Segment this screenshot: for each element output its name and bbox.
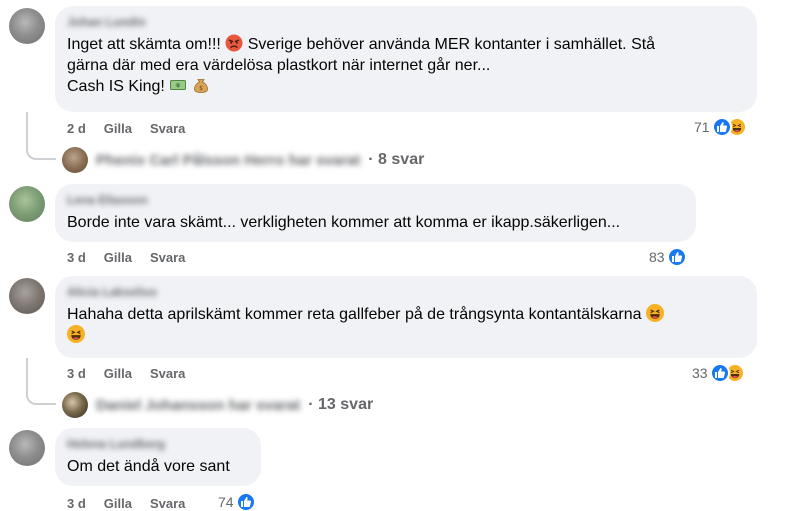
- commenter-avatar[interactable]: [9, 8, 45, 44]
- view-replies-link[interactable]: Daniel Johansson har svarat · 13 svar: [62, 392, 373, 418]
- comment-time[interactable]: 3 d: [67, 250, 86, 265]
- reply-avatar: [62, 392, 88, 418]
- dollar-bill-emoji-icon: $: [170, 80, 187, 90]
- svg-text:$: $: [177, 83, 180, 89]
- reply-names: Phenix Carl Pålsson Herro har svarat: [96, 151, 361, 169]
- comment-actions: 3 d Gilla Svara: [67, 366, 185, 381]
- reply-button[interactable]: Svara: [150, 496, 185, 511]
- reaction-count: 33: [692, 365, 708, 381]
- thread-connector: [26, 112, 56, 160]
- comment-bubble: Johan Lundin Inget att skämta om!!! Sver…: [55, 6, 757, 112]
- reaction-summary[interactable]: 33: [692, 363, 745, 383]
- reaction-summary[interactable]: 83: [649, 247, 687, 267]
- reply-button[interactable]: Svara: [150, 250, 185, 265]
- money-bag-emoji-icon: $: [193, 79, 208, 93]
- reaction-summary[interactable]: 71: [694, 117, 747, 137]
- comment-actions: 2 d Gilla Svara: [67, 121, 185, 136]
- reaction-summary[interactable]: 74: [218, 492, 256, 511]
- reply-button[interactable]: Svara: [150, 366, 185, 381]
- comment-bubble: Lena Eliasson Borde inte vara skämt... v…: [55, 184, 696, 242]
- like-reaction-icon: [709, 363, 730, 383]
- comment-text: Om det ändå vore sant: [67, 458, 230, 475]
- reaction-count: 74: [218, 494, 234, 510]
- comment-bubble: Helena Lundberg Om det ändå vore sant: [55, 428, 261, 486]
- like-button[interactable]: Gilla: [104, 366, 132, 381]
- reply-avatar: [62, 147, 88, 173]
- comment-author[interactable]: Johan Lundin: [67, 14, 745, 30]
- like-reaction-icon: [666, 247, 687, 267]
- reaction-count: 71: [694, 119, 710, 135]
- laughing-emoji-icon: [646, 304, 664, 322]
- reply-count: · 13 svar: [308, 396, 374, 413]
- like-reaction-icon: [235, 492, 256, 511]
- thread-connector: [26, 358, 56, 405]
- like-button[interactable]: Gilla: [104, 496, 132, 511]
- comment-time[interactable]: 3 d: [67, 496, 86, 511]
- comment-text: Inget att skämta om!!! Sverige behöver a…: [67, 34, 656, 95]
- svg-text:$: $: [199, 85, 203, 92]
- comment-time[interactable]: 2 d: [67, 121, 86, 136]
- comment-actions: 3 d Gilla Svara: [67, 496, 185, 511]
- like-reaction-icon: [711, 117, 732, 137]
- commenter-avatar[interactable]: [9, 186, 45, 222]
- like-button[interactable]: Gilla: [104, 250, 132, 265]
- reaction-count: 83: [649, 249, 665, 265]
- comment-time[interactable]: 3 d: [67, 366, 86, 381]
- comment-text: Hahaha detta aprilskämt kommer reta gall…: [67, 304, 745, 346]
- reply-count: · 8 svar: [368, 151, 425, 168]
- angry-emoji-icon: [225, 34, 243, 52]
- laughing-emoji-icon: [67, 325, 85, 343]
- reply-names: Daniel Johansson har svarat: [96, 396, 301, 414]
- comment-author[interactable]: Alicia Lakselius: [67, 284, 745, 300]
- like-button[interactable]: Gilla: [104, 121, 132, 136]
- commenter-avatar[interactable]: [9, 430, 45, 466]
- comment-text: Borde inte vara skämt... verkligheten ko…: [67, 214, 621, 231]
- commenter-avatar[interactable]: [9, 278, 45, 314]
- comment-actions: 3 d Gilla Svara: [67, 250, 185, 265]
- comment-bubble: Alicia Lakselius Hahaha detta aprilskämt…: [55, 276, 757, 358]
- comment-author[interactable]: Helena Lundberg: [67, 436, 249, 452]
- view-replies-link[interactable]: Phenix Carl Pålsson Herro har svarat · 8…: [62, 147, 424, 173]
- comment-author[interactable]: Lena Eliasson: [67, 192, 684, 208]
- reply-button[interactable]: Svara: [150, 121, 185, 136]
